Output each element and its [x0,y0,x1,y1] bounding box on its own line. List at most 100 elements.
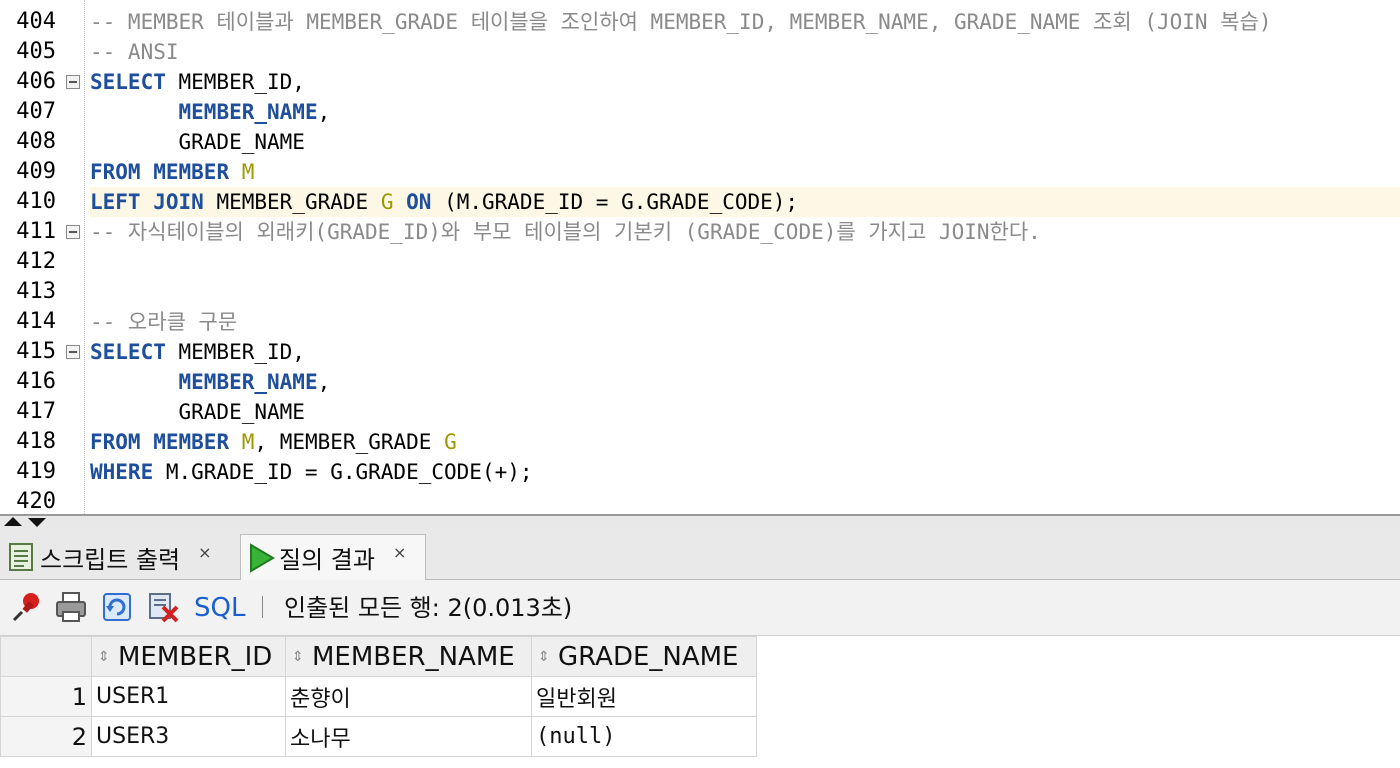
line-number: 420 [16,489,56,514]
code-line[interactable]: GRADE_NAME [90,397,1400,427]
collapse-icon[interactable] [66,225,80,239]
fold-guide-line [84,0,85,514]
sort-icon: ⇕ [98,649,110,665]
code-token: SELECT [90,70,166,94]
column-header-member-id[interactable]: ⇕ MEMBER_ID [91,636,286,677]
line-number: 415 [16,339,56,364]
row-number-header [0,636,92,677]
row-number: 2 [0,716,92,757]
line-number: 412 [16,249,56,274]
code-line[interactable]: -- 오라클 구문 [90,307,1400,337]
code-line[interactable]: SELECT MEMBER_ID, [90,67,1400,97]
line-number: 408 [16,129,56,154]
panel-splitter[interactable] [0,514,1400,528]
code-token: , [317,370,331,394]
code-line[interactable]: WHERE M.GRADE_ID = G.GRADE_CODE(+); [90,457,1400,487]
sql-button[interactable]: SQL [194,588,245,628]
code-token: -- ANSI [90,40,179,64]
code-token: -- 자식테이블의 외래키(GRADE_ID)와 부모 테이블의 기본키 (GR… [90,220,1041,244]
line-number: 417 [16,399,56,424]
column-header-grade-name[interactable]: ⇕ GRADE_NAME [531,636,757,677]
code-line[interactable]: -- ANSI [90,37,1400,67]
output-tab-bar: 스크립트 출력 × 질의 결과 × [0,528,1400,580]
code-token: (M.GRADE_ID = G.GRADE_CODE); [431,190,799,214]
code-token: M.GRADE_ID = G.GRADE_CODE(+); [153,460,533,484]
toolbar-divider [262,596,263,618]
line-number-gutter: 404 405 406 407 408 409 410 411 412 413 414 415 416 4… [0,0,58,514]
code-token: MEMBER [153,160,230,184]
cell-member-name[interactable]: 소나무 [285,716,532,757]
code-line[interactable] [90,247,1400,277]
collapse-icon[interactable] [66,345,80,359]
sort-icon: ⇕ [538,649,550,665]
play-icon [250,542,275,573]
code-line[interactable]: MEMBER_NAME, [90,367,1400,397]
code-line[interactable]: FROM MEMBER M [90,157,1400,187]
code-line[interactable]: -- MEMBER 테이블과 MEMBER_GRADE 테이블을 조인하여 ME… [90,7,1400,37]
code-token: MEMBER_NAME [178,370,318,394]
result-grid[interactable]: ⇕ MEMBER_ID ⇕ MEMBER_NAME ⇕ GRADE_NAME 1 US… [0,636,1400,768]
line-number: 406 [16,69,56,94]
code-line[interactable]: LEFT JOIN MEMBER_GRADE G ON (M.GRADE_ID … [90,187,1400,217]
cell-member-id[interactable]: USER3 [91,716,286,757]
refresh-icon[interactable] [100,590,134,624]
table-row[interactable]: 1 USER1 춘향이 일반회원 [0,676,757,717]
code-token: FROM [90,430,141,454]
code-token: ON [406,190,432,214]
code-token: GRADE_NAME [90,130,305,154]
pin-icon[interactable] [10,590,44,624]
close-icon[interactable]: × [393,543,406,562]
code-token: M [241,160,255,184]
cell-grade-name[interactable]: 일반회원 [531,676,757,717]
code-token: FROM [90,160,141,184]
sql-editor[interactable]: 404 405 406 407 408 409 410 411 412 413 414 415 416 4… [0,0,1400,514]
cell-grade-name[interactable]: (null) [531,716,757,757]
code-token: MEMBER_ID, [165,70,305,94]
code-line[interactable]: SELECT MEMBER_ID, [90,337,1400,367]
result-toolbar: SQL 인출된 모든 행: 2(0.013초) [0,580,1400,636]
cell-member-id[interactable]: USER1 [91,676,286,717]
column-header-member-name[interactable]: ⇕ MEMBER_NAME [285,636,532,677]
code-token: MEMBER [153,430,230,454]
code-line[interactable]: -- 자식테이블의 외래키(GRADE_ID)와 부모 테이블의 기본키 (GR… [90,217,1400,247]
line-number: 407 [16,99,56,124]
line-number: 419 [16,459,56,484]
expand-up-icon[interactable] [4,517,22,526]
print-icon[interactable] [54,590,88,624]
code-line[interactable]: GRADE_NAME [90,127,1400,157]
cell-member-name[interactable]: 춘향이 [285,676,532,717]
table-row[interactable]: 2 USER3 소나무 (null) [0,716,757,757]
code-token: , MEMBER_GRADE [254,430,445,454]
cancel-icon[interactable] [146,590,180,624]
code-line[interactable] [90,487,1400,514]
line-number: 405 [16,39,56,64]
code-line[interactable]: MEMBER_NAME, [90,97,1400,127]
code-line[interactable] [90,277,1400,307]
line-number: 411 [16,219,56,244]
expand-down-icon[interactable] [28,518,46,527]
code-token: -- 오라클 구문 [90,310,238,334]
close-icon[interactable]: × [198,543,211,562]
tab-query-result[interactable]: 질의 결과 × [240,534,426,580]
code-line[interactable]: FROM MEMBER M, MEMBER_GRADE G [90,427,1400,457]
line-number: 410 [16,189,56,214]
fetch-status: 인출된 모든 행: 2(0.013초) [284,594,573,622]
code-token: M [241,430,255,454]
result-table: ⇕ MEMBER_ID ⇕ MEMBER_NAME ⇕ GRADE_NAME 1 US… [0,636,757,757]
script-icon [9,543,33,571]
header-row: ⇕ MEMBER_ID ⇕ MEMBER_NAME ⇕ GRADE_NAME [0,636,757,677]
code-area[interactable]: -- MEMBER 테이블과 MEMBER_GRADE 테이블을 조인하여 ME… [90,0,1400,514]
code-token: , [317,100,331,124]
code-token: GRADE_NAME [90,400,305,424]
collapse-icon[interactable] [66,75,80,89]
code-token: -- MEMBER 테이블과 MEMBER_GRADE 테이블을 조인하여 ME… [90,10,1272,34]
tab-script-output[interactable]: 스크립트 출력 × [8,534,234,580]
code-token: G [380,190,394,214]
line-number: 418 [16,429,56,454]
code-token: WHERE [90,460,154,484]
line-number: 409 [16,159,56,184]
